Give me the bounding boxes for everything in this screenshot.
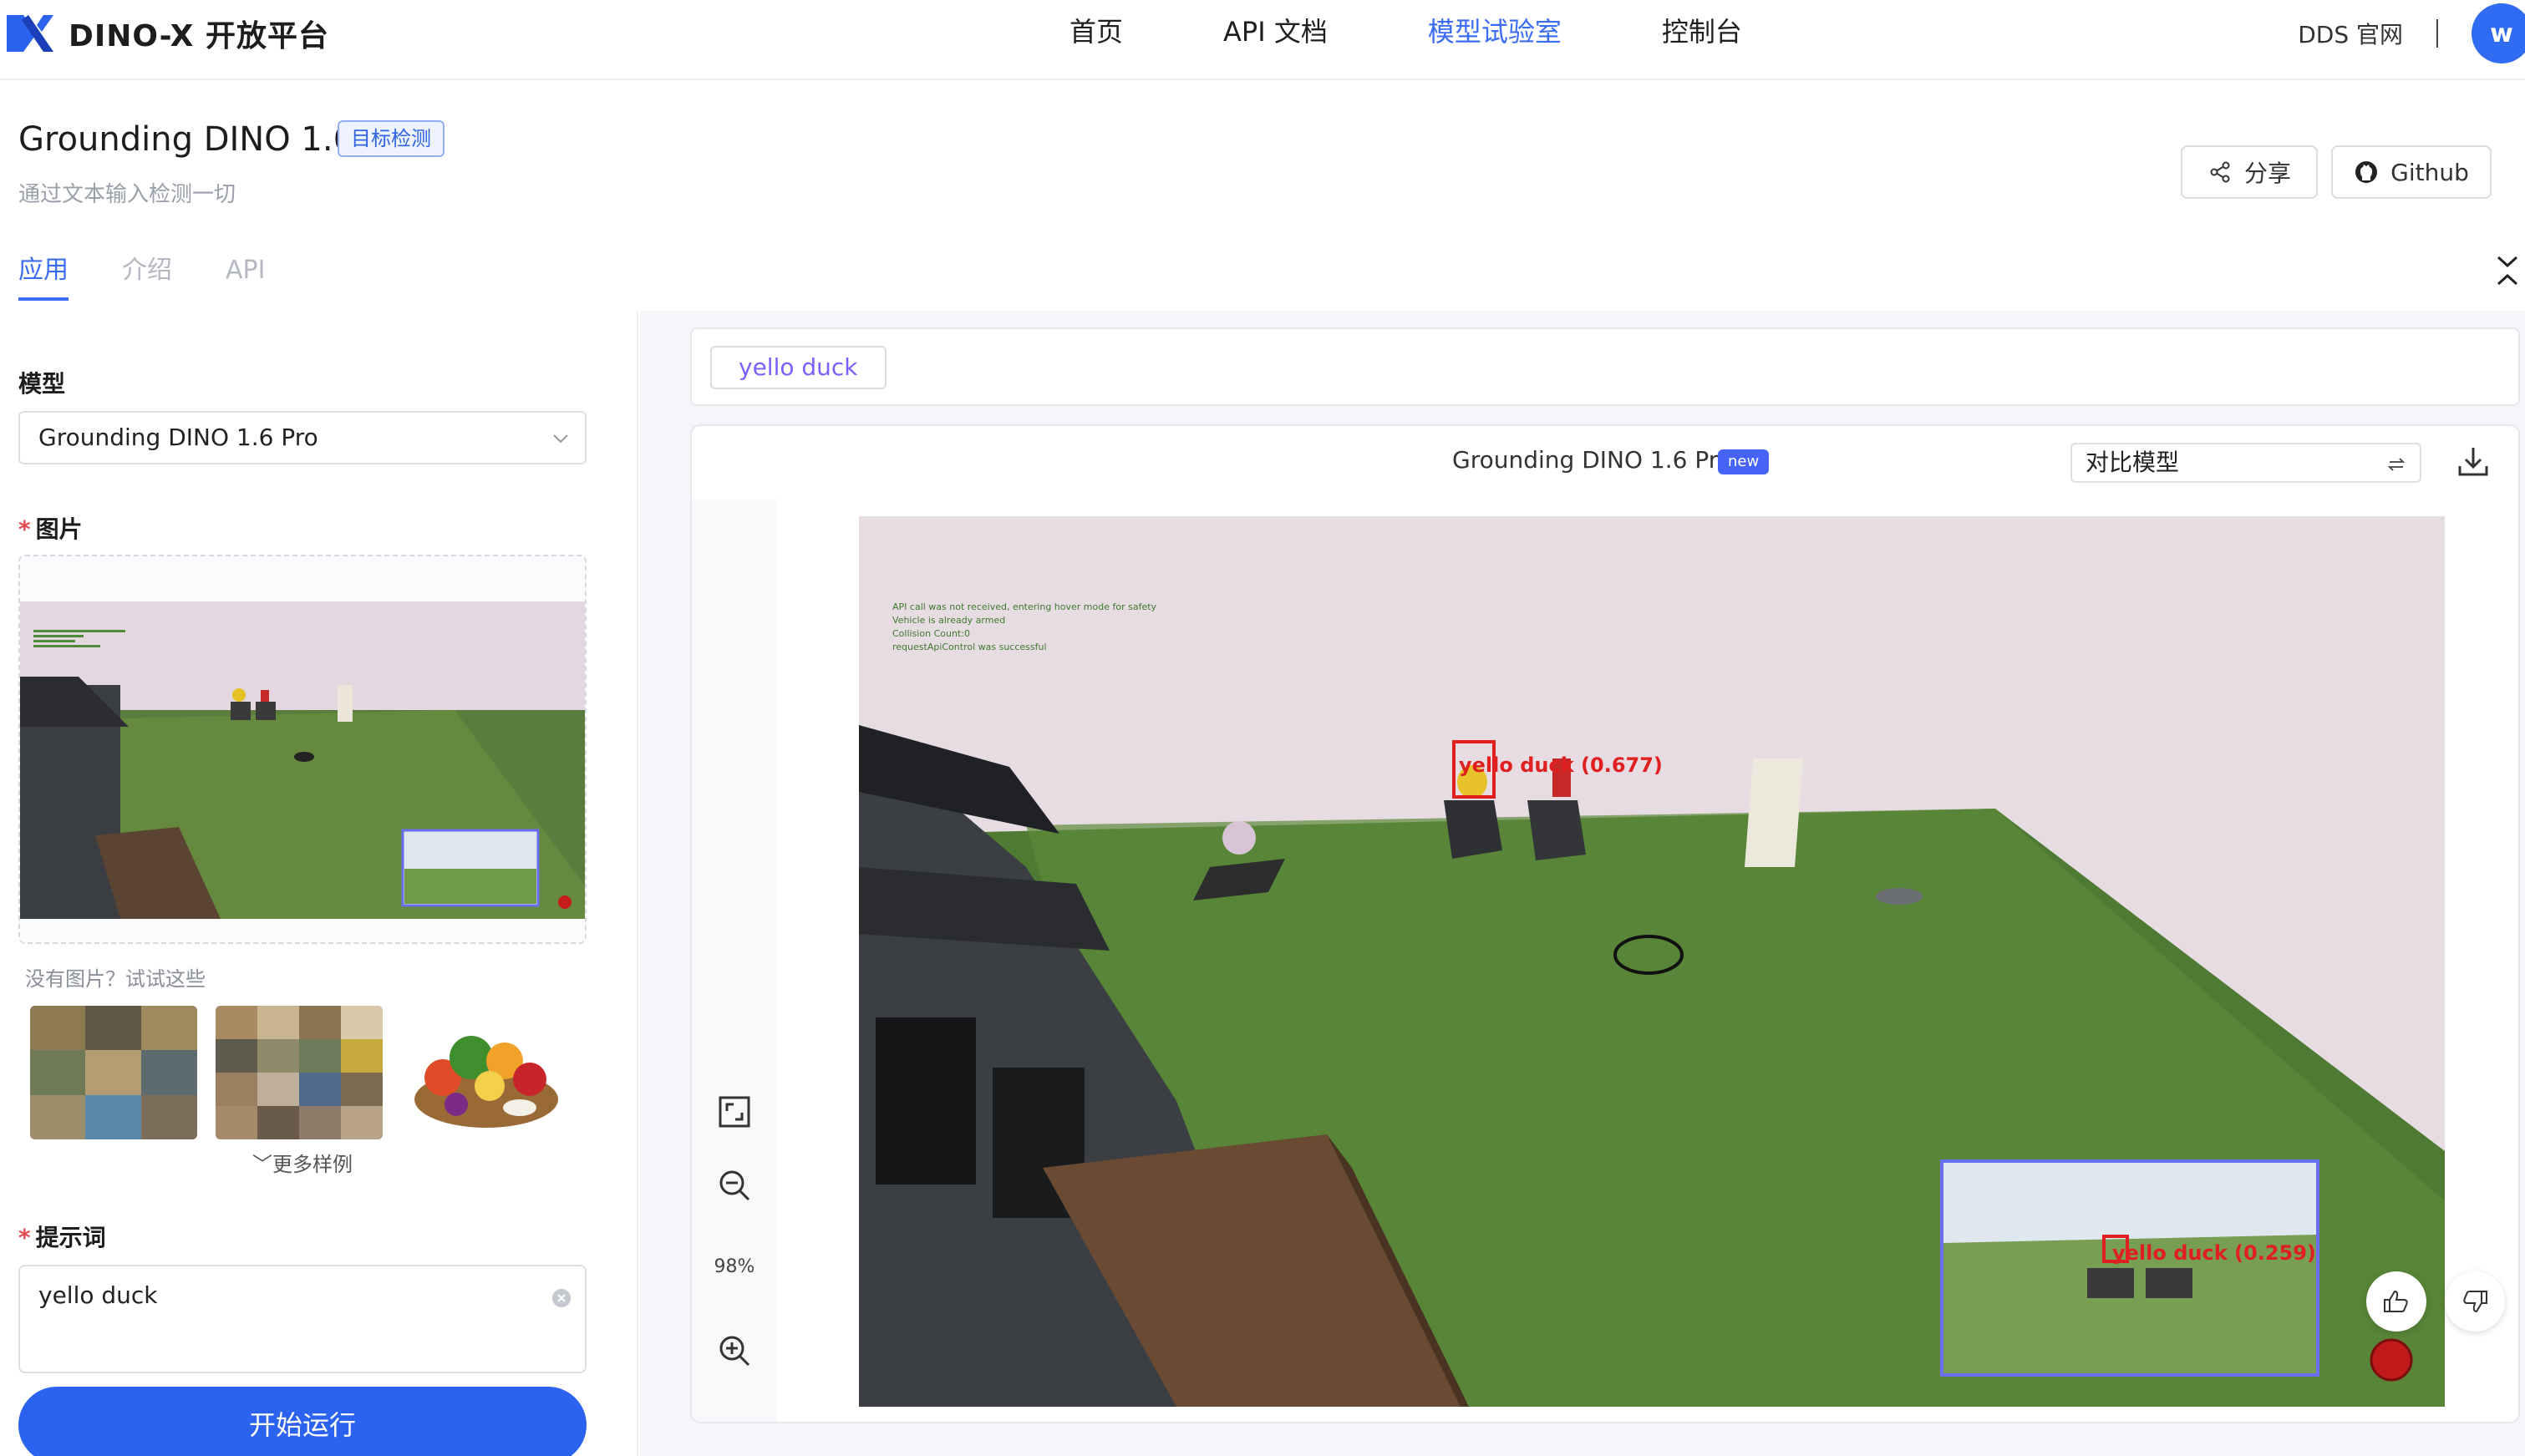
top-navbar: DINO-X 开放平台 首页 API 文档 模型试验室 控制台 DDS 官网 w [0,0,2525,80]
zoom-out-icon[interactable] [717,1168,752,1203]
swap-icon [2387,458,2406,471]
result-model-name: Grounding DINO 1.6 Pro [1452,446,1732,474]
thumbs-down-button[interactable] [2445,1271,2505,1332]
github-button[interactable]: Github [2331,145,2492,199]
scene-log-line: Collision Count:0 [892,628,970,639]
page-title: Grounding DINO 1.6 [18,120,355,159]
dds-official-link[interactable]: DDS 官网 [2298,17,2403,50]
more-samples-link[interactable]: ﹀更多样例 [252,1148,353,1177]
detection-result-image[interactable]: API call was not received, entering hove… [859,516,2445,1407]
run-button[interactable]: 开始运行 [18,1387,587,1456]
result-panel: Grounding DINO 1.6 Pro new 对比模型 98% API … [690,424,2520,1423]
scene-log-line: Vehicle is already armed [892,615,1005,626]
collapse-toggle-icon[interactable] [2493,249,2522,292]
record-icon[interactable] [2368,1337,2415,1383]
scene-render: API call was not received, entering hove… [859,516,2445,1407]
thumbs-down-icon [2463,1291,2487,1313]
required-mark: * [18,515,31,543]
sample-image-vegetables[interactable] [403,1006,570,1139]
download-icon[interactable] [2456,444,2490,478]
prompt-value: yello duck [38,1281,158,1309]
nav-link-home[interactable]: 首页 [1019,12,1173,52]
sample-image-pets[interactable] [216,1006,383,1139]
compare-model-select[interactable]: 对比模型 [2070,443,2421,483]
chevron-down-icon [553,434,568,444]
nav-link-model-lab[interactable]: 模型试验室 [1378,12,1612,52]
compare-model-placeholder: 对比模型 [2086,449,2180,476]
nav-link-console[interactable]: 控制台 [1612,12,1792,52]
model-select[interactable]: Grounding DINO 1.6 Pro [18,411,587,464]
sample-hint: 没有图片？试试这些 [25,967,206,991]
detection-label: yello duck (0.259) [2112,1241,2316,1265]
nav-link-api-docs[interactable]: API 文档 [1173,12,1378,52]
tab-introduction[interactable]: 介绍 [122,251,172,301]
image-upload-area[interactable] [18,555,587,944]
sample-vegetables-icon [403,1006,570,1139]
sample-image-animals[interactable] [30,1006,197,1139]
github-label: Github [2390,158,2469,186]
fit-screen-icon[interactable] [717,1094,752,1129]
detection-label: yello duck (0.677) [1459,753,1663,777]
sample-animals-grid-icon [30,1006,197,1139]
nav-divider [2436,19,2438,48]
image-section-label: * 图片 [18,515,83,543]
thumbs-up-button[interactable] [2366,1271,2426,1332]
scene-log-line: requestApiControl was successful [892,642,1047,652]
prompt-section-label: * 提示词 [18,1224,106,1251]
share-button[interactable]: 分享 [2181,145,2318,199]
dino-x-logo-icon [7,15,53,52]
github-icon [2355,161,2378,183]
zoom-in-icon[interactable] [717,1333,752,1368]
viewer-toolbar: 98% [692,500,777,1422]
page-subtitle: 通过文本输入检测一切 [18,182,236,207]
task-badge: 目标检测 [338,120,445,157]
share-icon [2210,161,2230,183]
user-avatar[interactable]: w [2472,3,2525,63]
required-mark: * [18,1224,31,1251]
new-badge: new [1718,449,1770,474]
prompt-input[interactable]: yello duck [18,1265,587,1373]
thumbs-up-icon [2384,1290,2408,1312]
sample-pets-grid-icon [216,1006,383,1139]
brand-name: DINO-X 开放平台 [69,19,329,53]
brand[interactable]: DINO-X 开放平台 [3,8,329,58]
tab-application[interactable]: 应用 [18,251,69,301]
scene-log-line: API call was not received, entering hove… [892,601,1157,612]
chevron-down-icon: ﹀ [252,1153,272,1176]
uploaded-image-thumbnail [20,601,585,919]
model-select-value: Grounding DINO 1.6 Pro [38,424,318,451]
share-label: 分享 [2243,160,2291,187]
tab-bar: 应用 介绍 API [18,251,265,301]
tab-api[interactable]: API [226,251,265,301]
zoom-level: 98% [714,1256,755,1277]
clear-icon[interactable] [551,1288,572,1308]
prompt-tag-bar: yello duck [690,327,2520,406]
model-section-label: 模型 [18,370,66,398]
prompt-tag[interactable]: yello duck [710,346,887,389]
